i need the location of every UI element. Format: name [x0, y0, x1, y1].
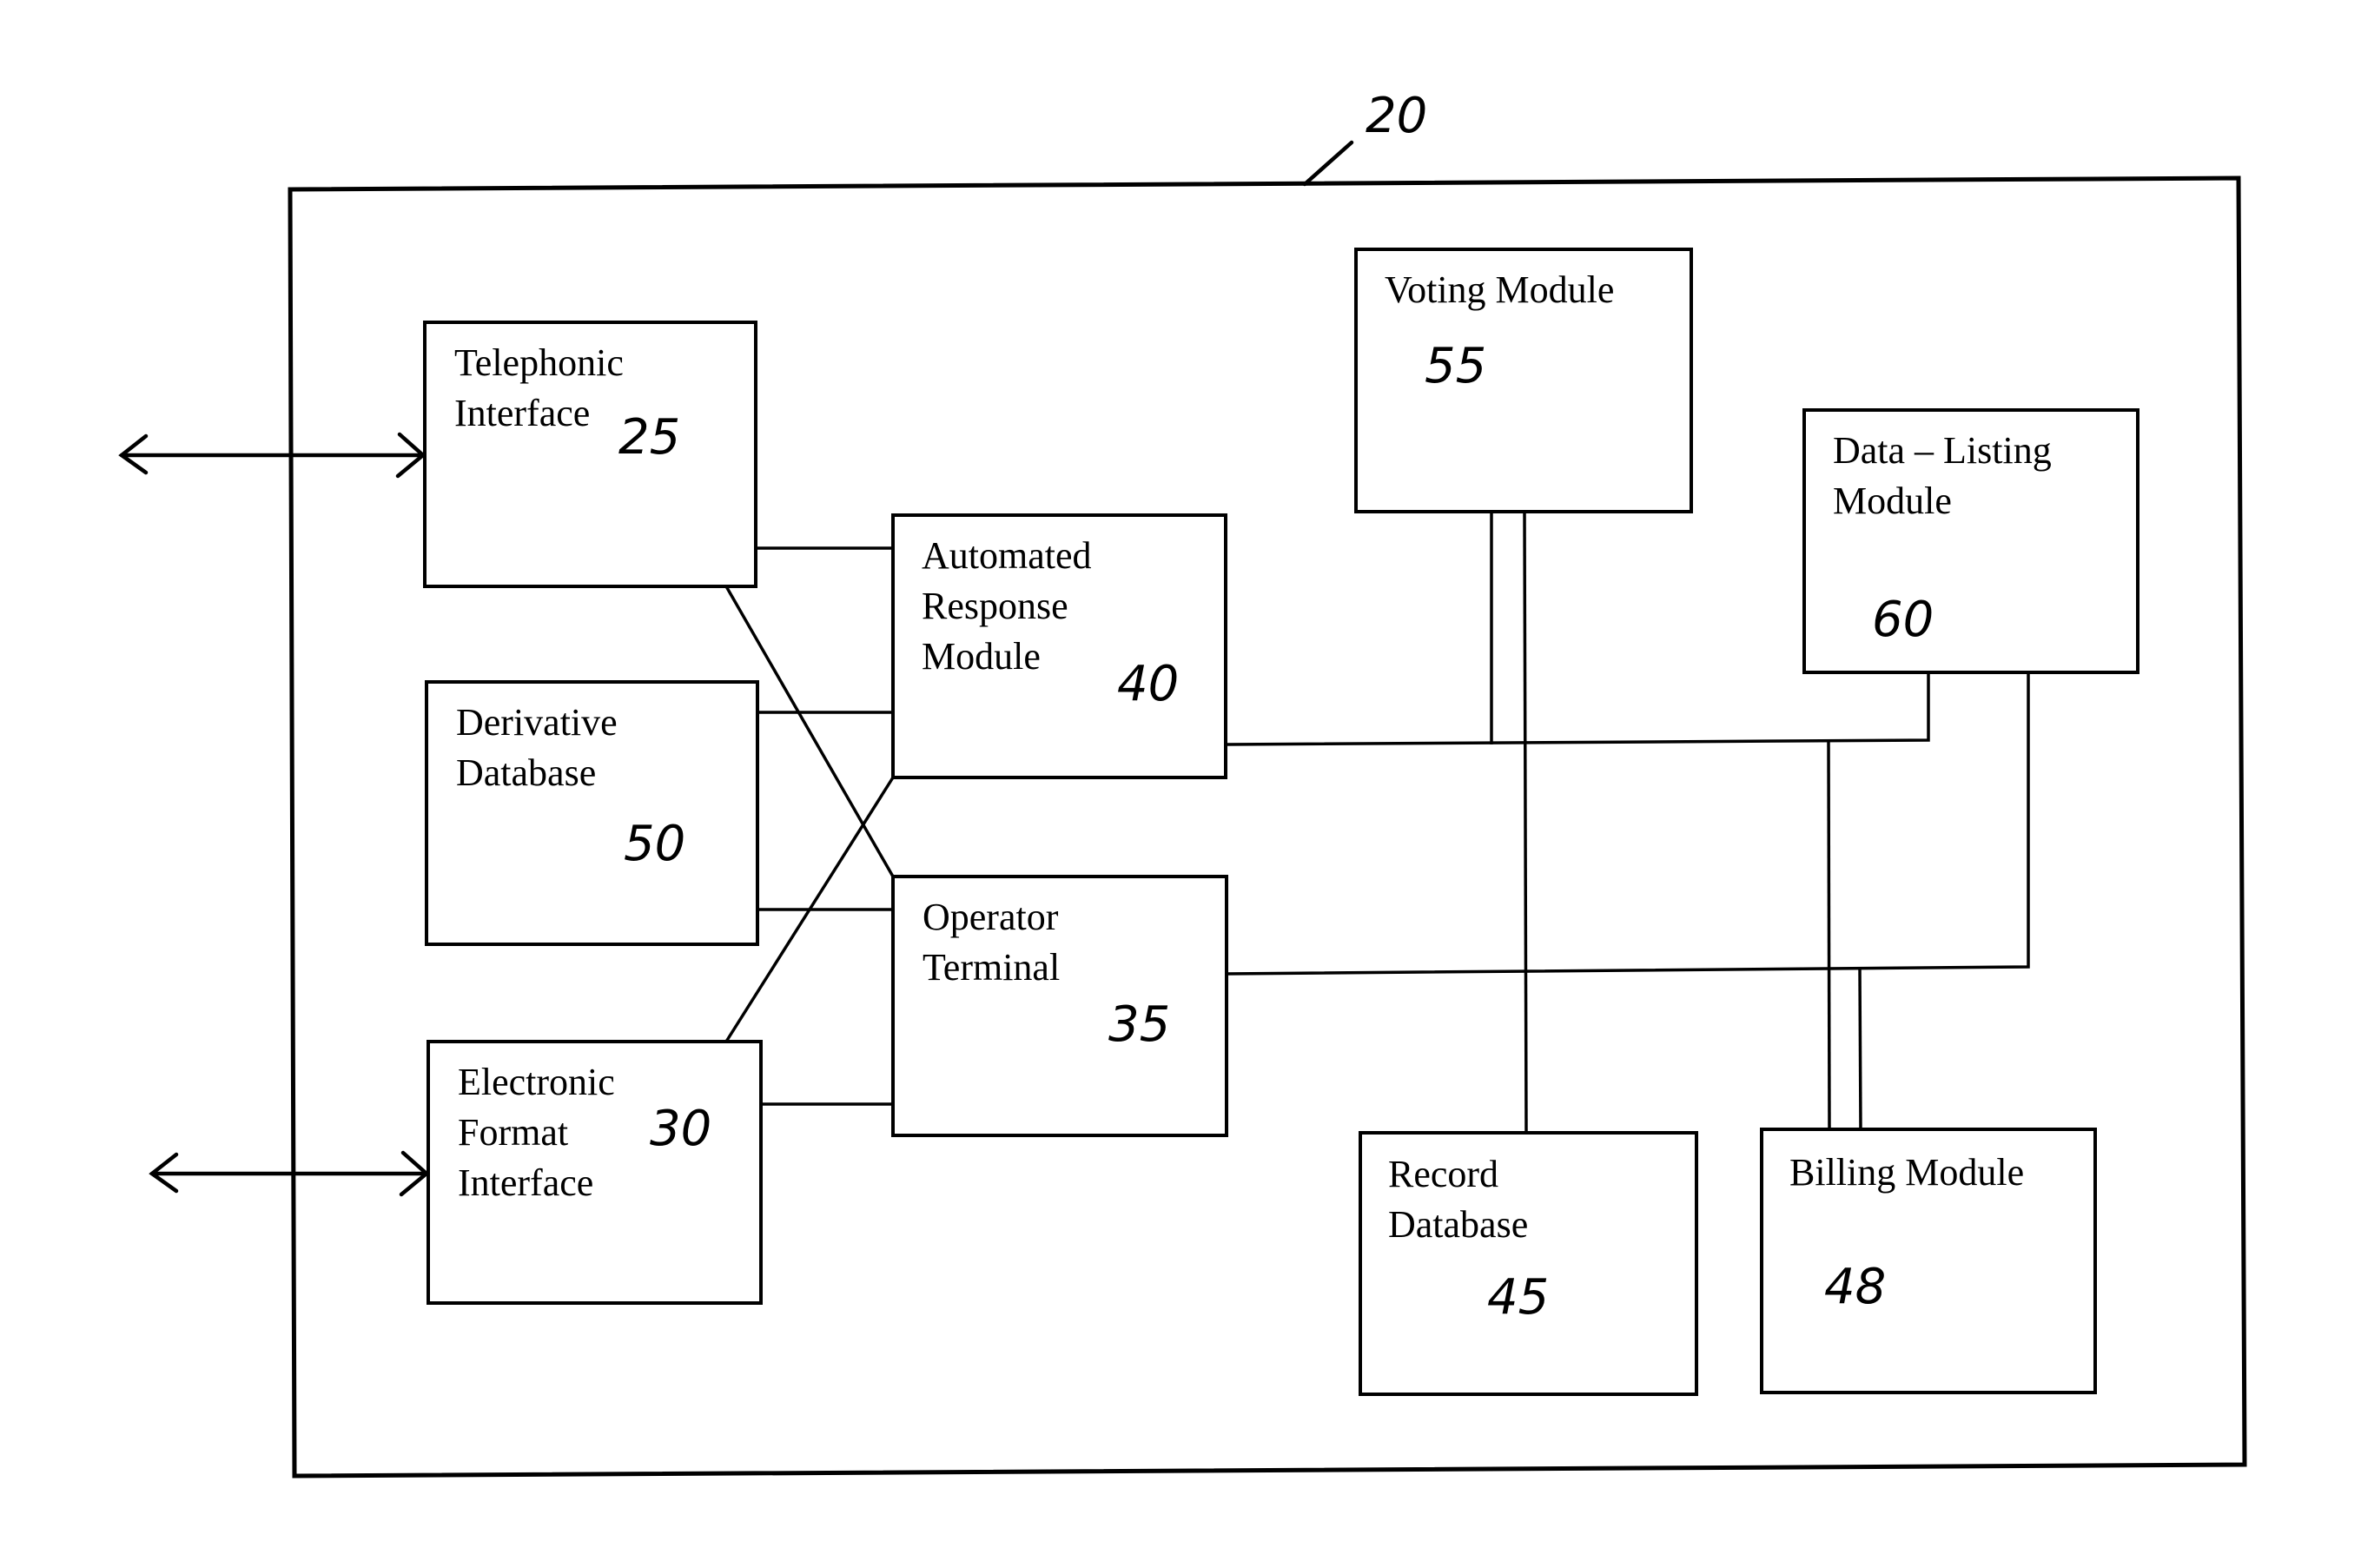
module-label-line: Response: [922, 585, 1068, 627]
module-label-line: Billing Module: [1789, 1151, 2024, 1194]
module-telephonic-interface: Telephonic Interface 25: [423, 321, 757, 588]
svg-text:Billing Module: Billing Module: [1789, 1151, 2024, 1194]
system-block-diagram: 20 Telephonic Interface 25 Derivative Data…: [118, 88, 2247, 1479]
module-record-database: Record Database 45: [1359, 1131, 1698, 1396]
module-label-line: Database: [456, 751, 596, 794]
module-ref: 48: [1824, 1259, 1886, 1315]
module-ref: 60: [1872, 592, 1934, 648]
module-label-line: Derivative: [456, 701, 618, 744]
conn-operator-billing: [1858, 967, 1862, 1130]
module-ref: 55: [1425, 338, 1486, 394]
conn-operator-bus: [1226, 672, 2030, 976]
system-ref-leader: [1302, 140, 1354, 187]
module-voting: Voting Module 55: [1354, 248, 1693, 513]
module-label-line: Format: [458, 1111, 568, 1154]
module-ref: 30: [650, 1101, 711, 1157]
module-data-listing: Data – Listing Module 60: [1802, 408, 2139, 674]
module-ref: 25: [618, 409, 680, 466]
module-derivative-database: Derivative Database 50: [425, 680, 759, 946]
module-ref: 50: [624, 816, 685, 872]
module-electronic-format-interface: Electronic Format Interface 30: [427, 1040, 763, 1305]
module-label-line: Module: [922, 635, 1041, 678]
module-ref: 45: [1487, 1269, 1549, 1326]
electronic-external-arrow: [149, 1150, 430, 1197]
telephonic-external-arrow: [118, 432, 427, 479]
module-label-line: Telephonic: [454, 341, 624, 384]
module-label-line: Module: [1833, 480, 1952, 522]
module-label-line: Interface: [454, 392, 590, 434]
module-label-line: Database: [1388, 1203, 1528, 1246]
conn-automated-bus: [1225, 672, 1930, 746]
module-label-line: Data – Listing: [1833, 429, 2052, 472]
module-label-line: Terminal: [923, 946, 1060, 989]
module-operator-terminal: Operator Terminal 35: [891, 875, 1228, 1137]
module-label-line: Automated: [922, 534, 1092, 577]
module-ref: 35: [1108, 996, 1170, 1053]
conn-voting-record: [1523, 511, 1528, 1134]
svg-text:Voting Module: Voting Module: [1385, 268, 1614, 311]
module-label-line: Interface: [458, 1161, 593, 1204]
module-ref: 40: [1117, 656, 1179, 712]
module-automated-response: Automated Response Module 40: [891, 513, 1227, 779]
module-label-line: Record: [1388, 1153, 1498, 1195]
module-billing: Billing Module 48: [1760, 1128, 2097, 1394]
module-label-line: Operator: [923, 896, 1059, 938]
module-label-line: Electronic: [458, 1061, 615, 1103]
system-ref-label: 20: [1366, 88, 1427, 144]
module-label-line: Voting Module: [1385, 268, 1614, 311]
